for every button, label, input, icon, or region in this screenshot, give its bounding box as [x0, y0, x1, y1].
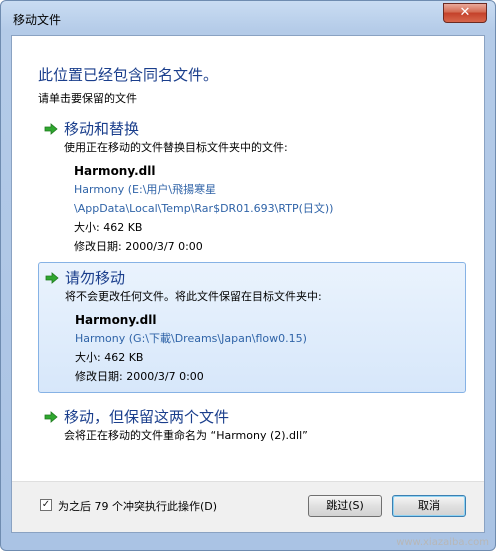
green-arrow-icon [44, 411, 58, 423]
apply-to-all-label[interactable]: 为之后 79 个冲突执行此操作(D) [58, 498, 217, 514]
file-path-line: Harmony (E:\用户\飛揚寒星 [74, 183, 217, 196]
file-size: 大小: 462 KB [74, 221, 143, 234]
dialog-subheading: 请单击要保留的文件 [38, 92, 137, 105]
file-name: Harmony.dll [75, 313, 157, 327]
file-size: 大小: 462 KB [75, 351, 144, 364]
apply-to-all-checkbox[interactable]: ✓ [40, 499, 52, 511]
window-title: 移动文件 [13, 13, 62, 27]
option-title: 请勿移动 [65, 269, 126, 287]
option-title: 移动和替换 [64, 120, 140, 138]
green-arrow-icon [45, 272, 59, 284]
file-modified-date: 修改日期: 2000/3/7 0:00 [74, 240, 203, 253]
close-button[interactable]: ✕ [443, 3, 487, 23]
file-path-line: Harmony (G:\下載\Dreams\Japan\flow0.15) [75, 332, 307, 345]
title-bar[interactable]: 移动文件 ✕ [1, 1, 495, 35]
file-name: Harmony.dll [74, 164, 156, 178]
file-path-line: \AppData\Local\Temp\Rar$DR01.693\RTP(日文)… [74, 202, 334, 215]
option-title: 移动，但保留这两个文件 [64, 408, 230, 426]
dialog-content: 此位置已经包含同名文件。 请单击要保留的文件 移动和替换 使用正在移动的文件替换… [11, 35, 485, 533]
dialog-window: 移动文件 ✕ 此位置已经包含同名文件。 请单击要保留的文件 移动和替换 使用正在… [0, 0, 496, 551]
cancel-button[interactable]: 取消 [392, 495, 466, 517]
green-arrow-icon [44, 123, 58, 135]
option-do-not-move[interactable]: 请勿移动 将不会更改任何文件。将此文件保留在目标文件夹中: Harmony.dl… [38, 262, 466, 393]
option-description: 会将正在移动的文件重命名为 “Harmony (2).dll” [64, 429, 308, 442]
option-move-and-replace[interactable]: 移动和替换 使用正在移动的文件替换目标文件夹中的文件: Harmony.dll … [38, 114, 466, 262]
watermark: www.xiazaiba.com [396, 537, 489, 548]
option-move-keep-both[interactable]: 移动，但保留这两个文件 会将正在移动的文件重命名为 “Harmony (2).d… [38, 402, 466, 450]
option-description: 将不会更改任何文件。将此文件保留在目标文件夹中: [65, 290, 322, 303]
skip-button[interactable]: 跳过(S) [308, 495, 382, 517]
option-description: 使用正在移动的文件替换目标文件夹中的文件: [64, 141, 288, 154]
file-modified-date: 修改日期: 2000/3/7 0:00 [75, 370, 204, 383]
dialog-heading: 此位置已经包含同名文件。 [38, 66, 219, 84]
dialog-footer: ✓ 为之后 79 个冲突执行此操作(D) 跳过(S) 取消 [12, 481, 484, 532]
